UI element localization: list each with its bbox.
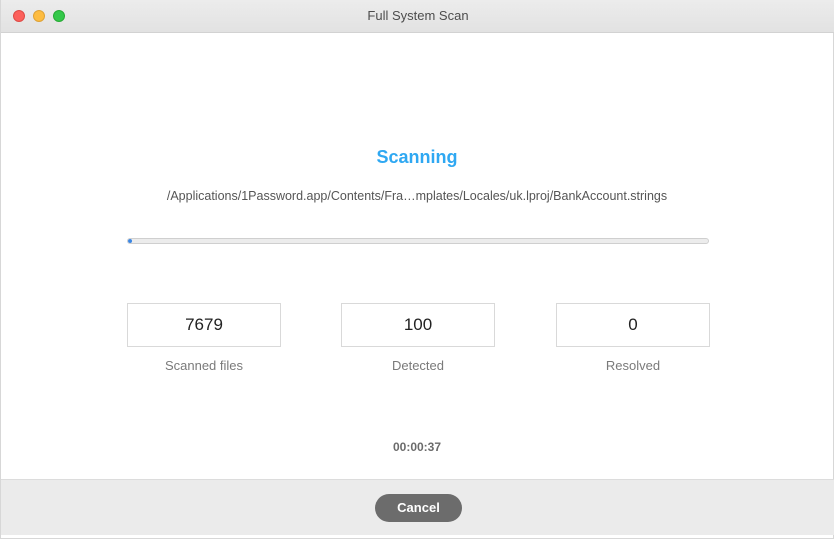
elapsed-timer: 00:00:37 bbox=[392, 440, 442, 454]
scan-status-heading: Scanning bbox=[376, 147, 458, 167]
scan-progress-bar bbox=[127, 238, 709, 244]
scanned-files-label: Scanned files bbox=[164, 358, 244, 373]
window-title: Full System Scan bbox=[367, 8, 469, 23]
resolved-label: Resolved bbox=[605, 358, 661, 373]
current-scan-path: /Applications/1Password.app/Contents/Fra… bbox=[166, 189, 668, 203]
title-bar: Full System Scan bbox=[1, 0, 834, 33]
detected-label: Detected bbox=[391, 358, 445, 373]
cancel-button[interactable]: Cancel bbox=[375, 494, 462, 522]
resolved-count: 0 bbox=[556, 303, 710, 347]
scanned-files-count: 7679 bbox=[127, 303, 281, 347]
footer-bar: Cancel bbox=[1, 479, 834, 535]
scan-progress-fill bbox=[128, 239, 133, 243]
scan-window: Full System Scan Scanning /Applications/… bbox=[0, 0, 834, 539]
detected-count: 100 bbox=[341, 303, 495, 347]
